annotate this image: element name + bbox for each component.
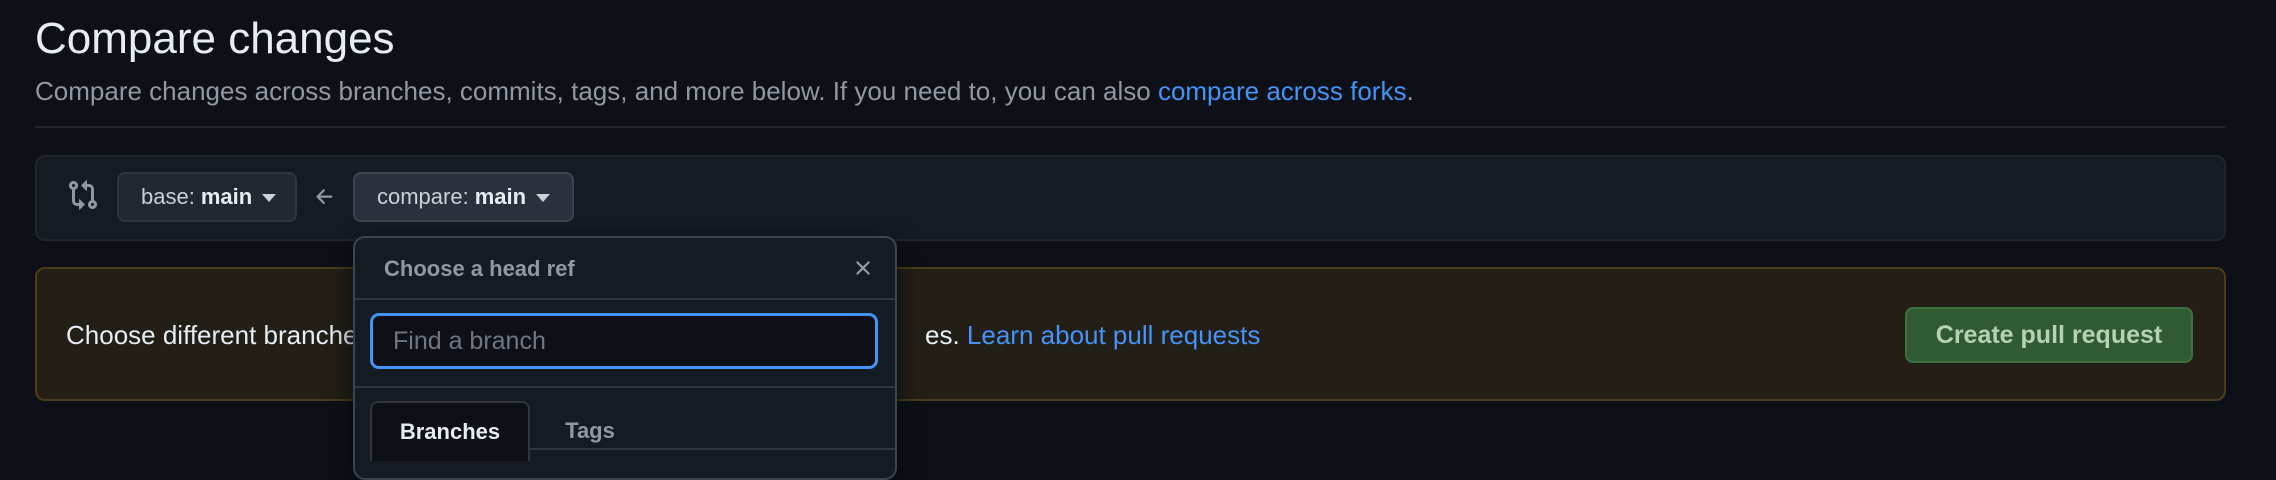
compare-label: compare: bbox=[377, 184, 469, 209]
page-subtitle: Compare changes across branches, commits… bbox=[35, 76, 1414, 107]
tab-branches[interactable]: Branches bbox=[370, 401, 530, 461]
notice-text: Choose different branche bbox=[66, 320, 358, 350]
tab-tags[interactable]: Tags bbox=[535, 401, 645, 461]
learn-pull-requests-link[interactable]: Learn about pull requests bbox=[967, 320, 1260, 350]
arrow-left-icon bbox=[316, 189, 333, 205]
compare-value: main bbox=[474, 184, 527, 209]
dropdown-title: Choose a head ref bbox=[384, 256, 575, 281]
subtitle-text: Compare changes across branches, commits… bbox=[35, 76, 1158, 106]
chevron-down-icon bbox=[262, 194, 277, 202]
divider bbox=[35, 126, 2225, 128]
notice-text-tail: es. bbox=[925, 320, 967, 350]
dropdown-divider bbox=[355, 298, 895, 300]
range-editor: base: main compare: main bbox=[35, 155, 2226, 241]
subtitle-period: . bbox=[1406, 76, 1414, 106]
notice-link-group: es. Learn about pull requests bbox=[925, 320, 1260, 351]
base-label: base: bbox=[141, 184, 195, 209]
compare-across-forks-link[interactable]: compare across forks bbox=[1158, 76, 1407, 106]
base-branch-button[interactable]: base: main bbox=[117, 172, 297, 222]
base-value: main bbox=[200, 184, 253, 209]
page-title: Compare changes bbox=[35, 14, 395, 63]
git-compare-icon bbox=[69, 180, 98, 210]
tab-underline bbox=[530, 448, 895, 450]
close-icon[interactable] bbox=[851, 256, 875, 280]
dropdown-divider bbox=[355, 386, 895, 388]
compare-branch-button[interactable]: compare: main bbox=[353, 172, 574, 222]
chevron-down-icon bbox=[536, 194, 551, 202]
branch-search-input[interactable] bbox=[370, 313, 878, 369]
head-ref-dropdown: Choose a head ref Branches Tags bbox=[353, 236, 897, 480]
create-pull-request-button[interactable]: Create pull request bbox=[1905, 307, 2193, 363]
